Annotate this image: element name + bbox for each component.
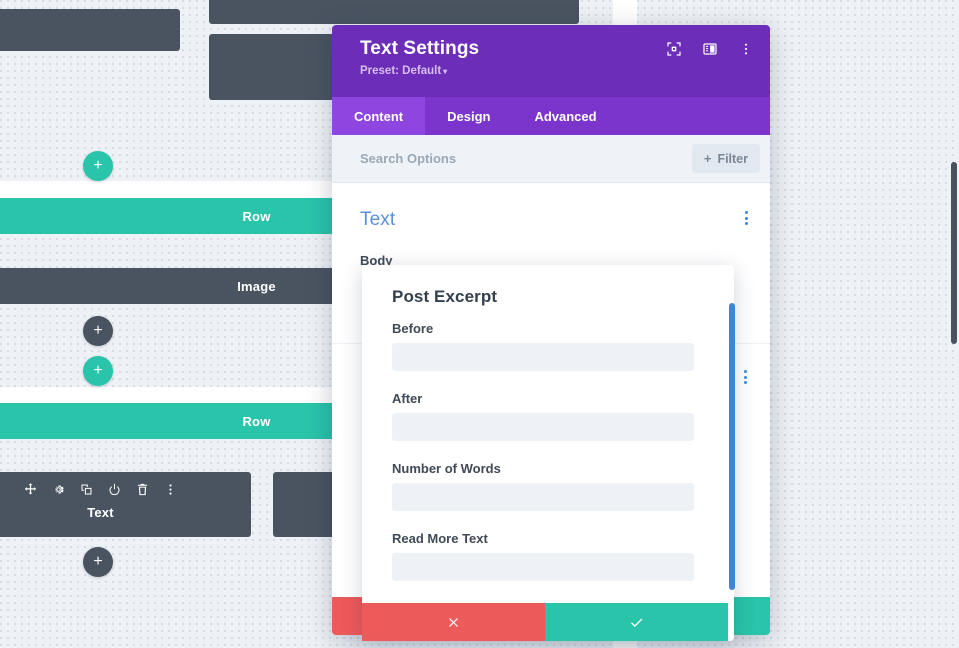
check-icon — [629, 615, 644, 630]
post-excerpt-modal: Post Excerpt Before After Number of Word… — [362, 265, 734, 641]
row-bar-2-label: Row — [242, 414, 270, 429]
panel-header-icons — [666, 41, 754, 57]
section-text-menu[interactable] — [745, 211, 748, 225]
row-bar-1-label: Row — [242, 209, 270, 224]
modal-body: Post Excerpt Before After Number of Word… — [362, 265, 734, 603]
preset-label: Preset: Default — [360, 65, 441, 77]
tab-design[interactable]: Design — [425, 97, 512, 135]
filter-button-label: Filter — [717, 152, 748, 166]
duplicate-icon[interactable] — [79, 482, 94, 497]
add-module-teal-bottom[interactable]: + — [83, 356, 113, 386]
add-module-dark-bottom[interactable]: + — [83, 547, 113, 577]
modal-cancel-button[interactable] — [362, 603, 545, 641]
text-module-bottom-label: Text — [87, 505, 114, 520]
more-vertical-icon[interactable] — [163, 482, 178, 497]
panel-layout-icon[interactable] — [702, 41, 718, 57]
focus-target-icon[interactable] — [666, 41, 682, 57]
more-vertical-icon[interactable] — [738, 41, 754, 57]
plus-icon: + — [704, 151, 712, 166]
gear-icon[interactable] — [51, 482, 66, 497]
chevron-down-icon: ▾ — [443, 67, 447, 76]
search-bar: + Filter — [332, 135, 770, 183]
tab-content[interactable]: Content — [332, 97, 425, 135]
more-vertical-icon — [745, 211, 748, 225]
plus-glyph: + — [93, 363, 102, 379]
tab-content-label: Content — [354, 109, 403, 124]
section-text: Text Body — [332, 183, 770, 268]
modal-title: Post Excerpt — [392, 287, 704, 307]
image-module-label: Image — [237, 279, 276, 294]
add-row-dark[interactable]: + — [83, 316, 113, 346]
text-module-top[interactable]: Text — [209, 0, 579, 24]
after-input[interactable] — [392, 413, 694, 441]
trash-icon[interactable] — [135, 482, 150, 497]
before-input[interactable] — [392, 343, 694, 371]
plus-glyph: + — [93, 323, 102, 339]
text-module-bottom[interactable]: Text — [0, 472, 251, 537]
more-vertical-icon — [744, 370, 747, 384]
close-icon — [446, 615, 461, 630]
tab-advanced[interactable]: Advanced — [512, 97, 618, 135]
screen: Text + Row Image + + Row — [0, 0, 959, 648]
panel-option-menu[interactable] — [744, 370, 747, 384]
add-module-teal-top[interactable]: + — [83, 151, 113, 181]
move-icon[interactable] — [23, 482, 38, 497]
plus-glyph: + — [93, 554, 102, 570]
filter-button[interactable]: + Filter — [692, 144, 760, 173]
tab-design-label: Design — [447, 109, 490, 124]
preset-selector[interactable]: Preset: Default▾ — [360, 65, 752, 77]
modal-footer — [362, 603, 728, 641]
tab-advanced-label: Advanced — [534, 109, 596, 124]
panel-header: Text Settings Preset: Default▾ — [332, 25, 770, 97]
module-toolbar — [0, 482, 251, 497]
power-icon[interactable] — [107, 482, 122, 497]
panel-tabs: Content Design Advanced — [332, 97, 770, 135]
panel-scrollbar[interactable] — [951, 162, 957, 344]
before-label: Before — [392, 321, 704, 336]
read-more-text-label: Read More Text — [392, 531, 704, 546]
read-more-text-input[interactable] — [392, 553, 694, 581]
after-label: After — [392, 391, 704, 406]
modal-scrollbar[interactable] — [729, 303, 735, 590]
search-input[interactable] — [360, 151, 692, 166]
number-of-words-input[interactable] — [392, 483, 694, 511]
modal-save-button[interactable] — [545, 603, 728, 641]
module-block-a[interactable] — [0, 9, 180, 51]
section-text-title: Text — [360, 183, 742, 231]
plus-glyph: + — [93, 158, 102, 174]
number-of-words-label: Number of Words — [392, 461, 704, 476]
